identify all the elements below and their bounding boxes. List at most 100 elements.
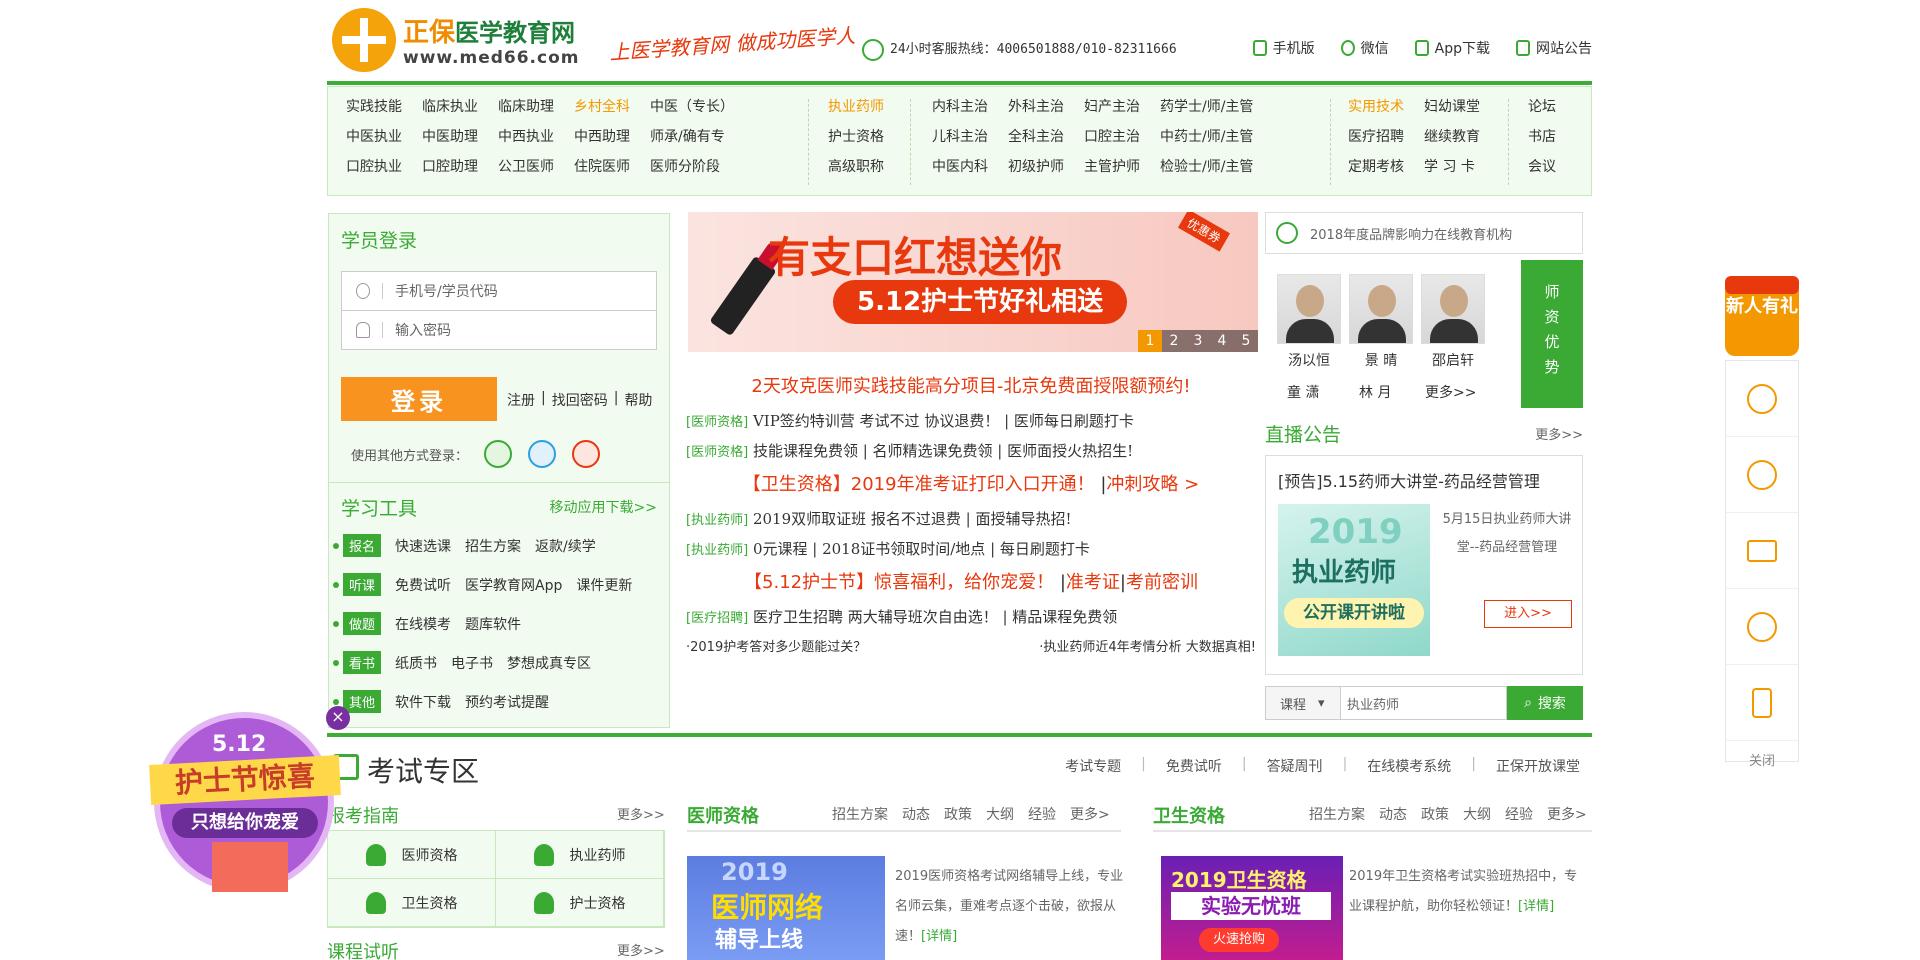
tools-link[interactable]: 题库软件 xyxy=(465,614,521,634)
nav-item[interactable]: 外科主治 xyxy=(1008,97,1064,117)
news-small-link[interactable]: ·2019护考答对多少题能过关？ xyxy=(686,636,866,655)
search-button[interactable]: ⌕ 搜索 xyxy=(1507,686,1583,720)
banner-page[interactable]: 5 xyxy=(1234,330,1258,352)
doctor-tab[interactable]: 动态 xyxy=(902,804,930,824)
weibo-login-icon[interactable] xyxy=(572,440,601,468)
app-download-link[interactable]: App下载 xyxy=(1414,38,1490,58)
nav-item[interactable]: 师承/确有专 xyxy=(650,127,734,147)
health-tab[interactable]: 政策 xyxy=(1421,804,1449,824)
nav-item[interactable]: 会议 xyxy=(1528,157,1556,177)
exam-link[interactable]: 免费试听 xyxy=(1166,756,1222,776)
health-section-title[interactable]: 卫生资格 xyxy=(1153,802,1225,828)
search-input[interactable]: 执业药师 xyxy=(1341,686,1507,720)
live-enter-button[interactable]: 进入>> xyxy=(1484,600,1572,628)
nav-item[interactable]: 高级职称 xyxy=(828,157,884,177)
news-headline[interactable]: 2天攻克医师实践技能高分项目-北京免费面授限额预约! xyxy=(686,372,1256,398)
doctor-tab[interactable]: 大纲 xyxy=(986,804,1014,824)
exam-link[interactable]: 正保开放课堂 xyxy=(1496,756,1580,776)
nav-item[interactable]: 内科主治 xyxy=(932,97,988,117)
mobile-app-download-link[interactable]: 移动应用下载>> xyxy=(550,497,657,517)
tools-link[interactable]: 电子书 xyxy=(451,653,493,673)
doctor-section-title[interactable]: 医师资格 xyxy=(687,802,759,828)
nav-item[interactable]: 学 习 卡 xyxy=(1424,157,1480,177)
tools-link[interactable]: 快速选课 xyxy=(395,536,451,556)
nav-item[interactable]: 乡村全科 xyxy=(574,97,630,117)
tools-link[interactable]: 纸质书 xyxy=(395,653,437,673)
qq-login-icon[interactable] xyxy=(528,440,557,468)
tools-link[interactable]: 预约考试提醒 xyxy=(465,692,549,712)
nav-item[interactable]: 护士资格 xyxy=(828,127,884,147)
teacher-name[interactable]: 童 潇 xyxy=(1287,382,1319,402)
nav-item[interactable]: 口腔执业 xyxy=(346,157,402,177)
nav-item[interactable]: 检验士/师/主管 xyxy=(1160,157,1253,177)
doctor-tab[interactable]: 更多> xyxy=(1070,804,1110,824)
teacher-name[interactable]: 林 月 xyxy=(1359,382,1391,402)
nav-item[interactable]: 临床助理 xyxy=(498,97,554,117)
nav-item[interactable]: 住院医师 xyxy=(574,157,630,177)
nurse-day-badge[interactable]: 5.12 护士节惊喜 只想给你宠爱 × xyxy=(149,706,350,892)
login-button[interactable]: 登录 xyxy=(341,377,497,421)
nav-item[interactable]: 中医执业 xyxy=(346,127,402,147)
doctor-detail-link[interactable]: [详情] xyxy=(921,929,957,944)
doctor-tab[interactable]: 招生方案 xyxy=(832,804,888,824)
guide-item[interactable]: 医师资格 xyxy=(328,831,496,879)
nav-item[interactable]: 实用技术 xyxy=(1348,97,1404,117)
password-field[interactable]: 输入密码 xyxy=(341,310,657,350)
close-icon[interactable]: × xyxy=(326,706,350,730)
nav-item[interactable]: 妇产主治 xyxy=(1084,97,1140,117)
teacher-card[interactable]: 邵启轩 xyxy=(1421,274,1485,370)
tools-link[interactable]: 医学教育网App xyxy=(465,575,562,595)
nav-item[interactable]: 公卫医师 xyxy=(498,157,554,177)
logo-icon[interactable] xyxy=(332,8,396,72)
guide-item[interactable]: 卫生资格 xyxy=(328,879,496,927)
service-button[interactable] xyxy=(1726,361,1798,437)
tools-link[interactable]: 返款/续学 xyxy=(535,536,596,556)
find-password-link[interactable]: 找回密码 xyxy=(552,390,608,410)
promo-banner[interactable]: 有支口红想送你 5.12护士节好礼相送 优惠券 1 2 3 4 5 xyxy=(688,212,1258,352)
nav-item[interactable]: 中医（专长） xyxy=(650,97,734,117)
exam-link[interactable]: 考试专题 xyxy=(1065,756,1121,776)
new-user-gift[interactable]: 新人有礼 xyxy=(1725,276,1799,356)
guide-item[interactable]: 执业药师 xyxy=(496,831,664,879)
chat-button[interactable] xyxy=(1726,589,1798,665)
mail-button[interactable] xyxy=(1726,513,1798,589)
doctor-tab[interactable]: 政策 xyxy=(944,804,972,824)
tools-link[interactable]: 软件下载 xyxy=(395,692,451,712)
nav-item[interactable]: 中药士/师/主管 xyxy=(1160,127,1253,147)
trial-more-link[interactable]: 更多>> xyxy=(617,940,665,959)
username-field[interactable]: 手机号/学员代码 xyxy=(341,271,657,311)
logo-name[interactable]: 正保医学教育网 xyxy=(403,12,575,49)
live-image[interactable]: 2019 执业药师 公开课开讲啦 xyxy=(1278,504,1430,656)
mobile-version-link[interactable]: 手机版 xyxy=(1252,38,1315,58)
teachers-side-tab[interactable]: 师资优势 xyxy=(1521,260,1583,408)
nav-item[interactable]: 儿科主治 xyxy=(932,127,988,147)
nav-item[interactable]: 中西助理 xyxy=(574,127,630,147)
nav-item[interactable]: 继续教育 xyxy=(1424,127,1480,147)
exam-link[interactable]: 在线模考系统 xyxy=(1367,756,1451,776)
guide-more-link[interactable]: 更多>> xyxy=(617,804,665,823)
tools-link[interactable]: 免费试听 xyxy=(395,575,451,595)
nav-item[interactable]: 定期考核 xyxy=(1348,157,1404,177)
teacher-card[interactable]: 汤以恒 xyxy=(1277,274,1341,370)
tools-link[interactable]: 梦想成真专区 xyxy=(507,653,591,673)
register-link[interactable]: 注册 xyxy=(507,390,535,410)
nav-item[interactable]: 药学士/师/主管 xyxy=(1160,97,1253,117)
exam-link[interactable]: 答疑周刊 xyxy=(1267,756,1323,776)
news-small-link[interactable]: ·执业药师近4年考情分析 大数据真相! xyxy=(1039,636,1256,655)
health-tab[interactable]: 大纲 xyxy=(1463,804,1491,824)
guide-item[interactable]: 护士资格 xyxy=(496,879,664,927)
live-item-title[interactable]: [预告]5.15药师大讲堂-药品经营管理 xyxy=(1278,468,1540,492)
nav-item[interactable]: 全科主治 xyxy=(1008,127,1064,147)
nav-item[interactable]: 口腔助理 xyxy=(422,157,478,177)
nav-item[interactable]: 论坛 xyxy=(1528,97,1556,117)
banner-page[interactable]: 2 xyxy=(1162,330,1186,352)
nav-item[interactable]: 医疗招聘 xyxy=(1348,127,1404,147)
health-tab[interactable]: 招生方案 xyxy=(1309,804,1365,824)
banner-page[interactable]: 4 xyxy=(1210,330,1234,352)
wechat-login-icon[interactable] xyxy=(484,440,513,468)
wechat-link[interactable]: 微信 xyxy=(1340,38,1389,58)
live-more-link[interactable]: 更多>> xyxy=(1535,424,1583,443)
health-tab[interactable]: 更多> xyxy=(1547,804,1587,824)
nav-item[interactable]: 书店 xyxy=(1528,127,1556,147)
logo-url[interactable]: www.med66.com xyxy=(403,48,579,68)
